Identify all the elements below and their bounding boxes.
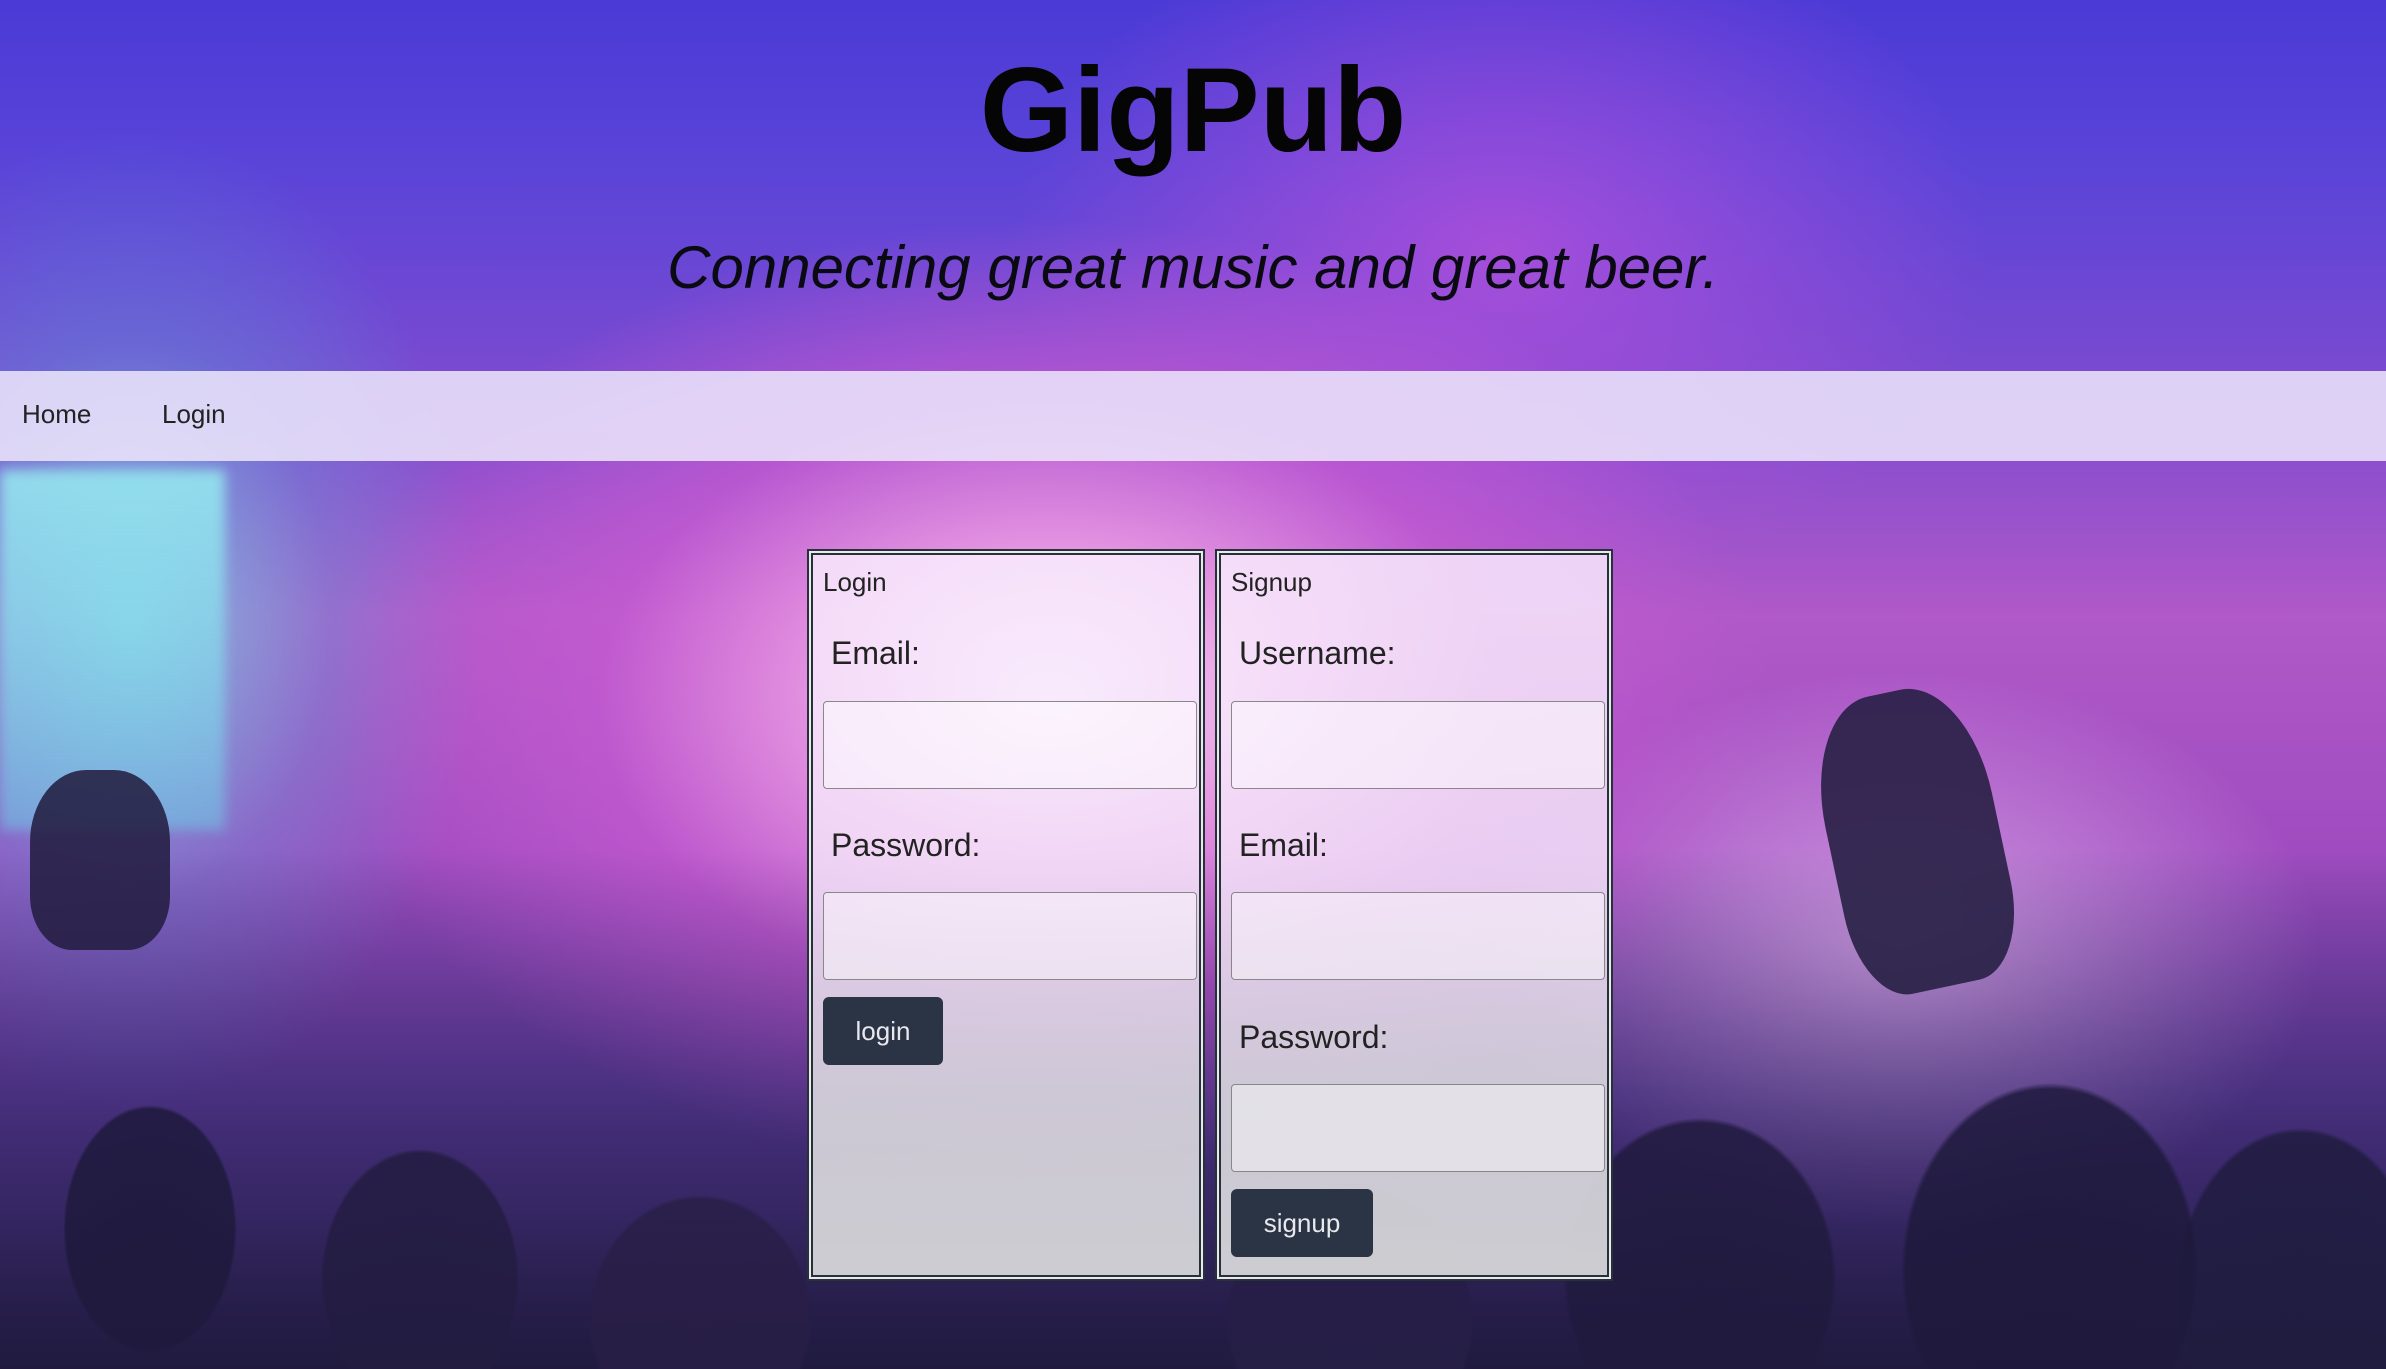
login-email-label: Email: xyxy=(831,635,920,671)
signup-username-input[interactable] xyxy=(1231,701,1605,789)
site-title: GigPub xyxy=(979,43,1407,177)
nav-link-login[interactable]: Login xyxy=(162,399,226,430)
login-password-label: Password: xyxy=(831,827,981,863)
signup-email-label: Email: xyxy=(1239,827,1328,863)
login-form: Login Email: Password: login xyxy=(807,549,1205,1281)
login-button[interactable]: login xyxy=(823,997,943,1065)
signup-form: Signup Username: Email: Password: signup xyxy=(1215,549,1613,1281)
signup-email-input[interactable] xyxy=(1231,892,1605,980)
login-email-input[interactable] xyxy=(823,701,1197,789)
site-tagline: Connecting great music and great beer. xyxy=(667,234,1719,301)
login-password-input[interactable] xyxy=(823,892,1197,980)
login-form-title: Login xyxy=(823,567,887,597)
signup-button[interactable]: signup xyxy=(1231,1189,1373,1257)
site-header: GigPub Connecting great music and great … xyxy=(0,0,2386,370)
nav-link-home[interactable]: Home xyxy=(22,399,91,430)
signup-password-input[interactable] xyxy=(1231,1084,1605,1172)
signup-password-label: Password: xyxy=(1239,1019,1389,1055)
signup-form-title: Signup xyxy=(1231,567,1312,597)
background-raised-hand-left xyxy=(30,770,170,950)
signup-username-label: Username: xyxy=(1239,635,1396,671)
page: GigPub Connecting great music and great … xyxy=(0,0,2386,1369)
main-nav: Home Login xyxy=(0,371,2386,461)
